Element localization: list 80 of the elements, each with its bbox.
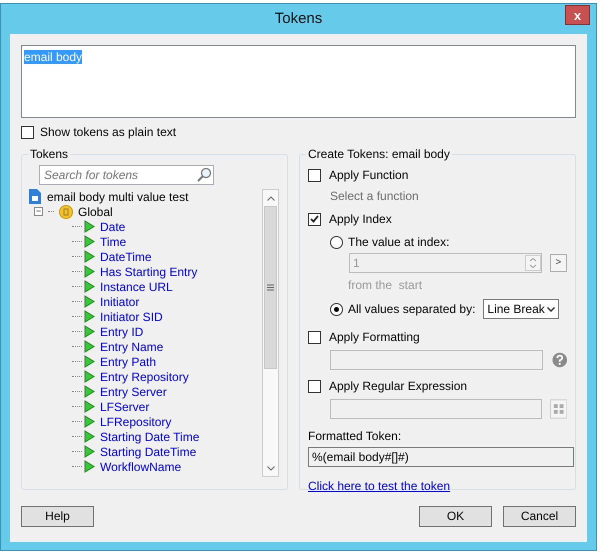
tree-item[interactable]: email body multi value test <box>47 189 188 206</box>
chevron-up-icon[interactable] <box>266 196 274 200</box>
search-icon[interactable] <box>196 167 212 183</box>
group-title: Tokens <box>28 147 70 161</box>
note-text: from the start <box>348 277 424 294</box>
chevron-down-icon <box>547 306 556 312</box>
play-icon <box>84 445 95 458</box>
play-icon <box>84 250 95 263</box>
tree-item[interactable]: Has Starting Entry <box>100 262 198 280</box>
search-field[interactable]: Search for tokens <box>39 165 214 185</box>
checkbox-label: Apply Regular Expression <box>329 378 468 395</box>
selected-text: email body <box>24 50 82 64</box>
tree-item[interactable]: Global <box>78 202 113 220</box>
tree-item[interactable]: Starting DateTime <box>100 442 196 460</box>
tree-item[interactable]: DateTime <box>100 248 152 266</box>
checkbox[interactable] <box>308 212 321 226</box>
regex-field[interactable] <box>330 399 542 419</box>
scrollbar-thumb[interactable] <box>264 206 277 369</box>
radio-button[interactable] <box>330 302 343 316</box>
close-button[interactable]: x <box>565 5 590 25</box>
tree-item[interactable]: Date <box>100 218 126 236</box>
checkbox[interactable] <box>308 330 321 344</box>
play-icon <box>84 400 95 413</box>
play-icon <box>84 460 95 473</box>
next-button[interactable]: > <box>550 254 567 272</box>
checkbox[interactable] <box>21 126 34 138</box>
play-icon <box>84 340 95 353</box>
collapse-toggle[interactable]: − <box>34 207 43 216</box>
play-icon <box>84 265 95 278</box>
tree-item[interactable]: WorkflowName <box>100 458 182 476</box>
window-title: Tokens <box>274 8 322 29</box>
tree-item[interactable]: Starting Date Time <box>100 428 200 446</box>
document-icon <box>28 189 42 204</box>
tree-item[interactable]: Initiator SID <box>100 308 163 326</box>
spinner-arrows-icon[interactable] <box>524 255 541 271</box>
test-token-link[interactable]: Click here to test the token <box>308 477 450 495</box>
play-icon <box>84 220 95 233</box>
play-icon <box>84 370 95 383</box>
play-icon <box>84 415 95 428</box>
dialog-button[interactable]: Help <box>21 506 94 526</box>
play-icon <box>84 385 95 398</box>
tree-item[interactable]: Entry Name <box>100 338 164 356</box>
coin-icon <box>59 204 73 218</box>
chevron-down-icon[interactable] <box>266 466 274 470</box>
checkbox[interactable] <box>308 168 321 182</box>
tree-item[interactable]: Entry ID <box>100 322 144 340</box>
scrollbar[interactable] <box>262 189 279 477</box>
play-icon <box>84 355 95 368</box>
tree-item[interactable]: Entry Repository <box>100 368 189 386</box>
checkbox-label: Show tokens as plain text <box>40 124 176 141</box>
radio-button[interactable] <box>330 236 343 248</box>
play-icon <box>84 325 95 338</box>
radio-label: The value at index: <box>348 234 450 251</box>
hint-text: Select a function <box>330 188 420 205</box>
checkbox-label: Apply Function <box>329 167 408 184</box>
tree-item[interactable]: Time <box>100 232 126 250</box>
help-icon[interactable] <box>552 352 567 368</box>
dialog-button[interactable]: Cancel <box>503 506 576 526</box>
play-icon <box>84 310 95 323</box>
tree-item[interactable]: LFRepository <box>100 412 172 430</box>
play-icon <box>84 280 95 293</box>
grip-icon <box>267 284 274 291</box>
checkbox-label: Apply Formatting <box>329 329 420 346</box>
field-label: Formatted Token: <box>308 428 402 445</box>
play-icon <box>84 235 95 248</box>
tree-item[interactable]: Instance URL <box>100 278 173 296</box>
tree-item[interactable]: Entry Path <box>100 352 156 370</box>
play-icon <box>84 295 95 308</box>
dialog-button[interactable]: OK <box>419 506 492 526</box>
radio-label: All values separated by: <box>348 301 476 318</box>
formatting-field[interactable] <box>330 350 542 370</box>
formatted-token-field[interactable]: %(email body#[]#) <box>308 447 574 467</box>
checkbox-label: Apply Index <box>329 211 392 228</box>
tree-item[interactable]: Initiator <box>100 292 140 310</box>
tree-item[interactable]: LFServer <box>100 398 150 416</box>
separator-dropdown[interactable]: Line Break <box>483 299 560 319</box>
checkbox[interactable] <box>308 380 321 392</box>
group-title: Create Tokens: email body <box>306 147 452 161</box>
tree-item[interactable]: Entry Server <box>100 382 167 400</box>
play-icon <box>84 430 95 443</box>
